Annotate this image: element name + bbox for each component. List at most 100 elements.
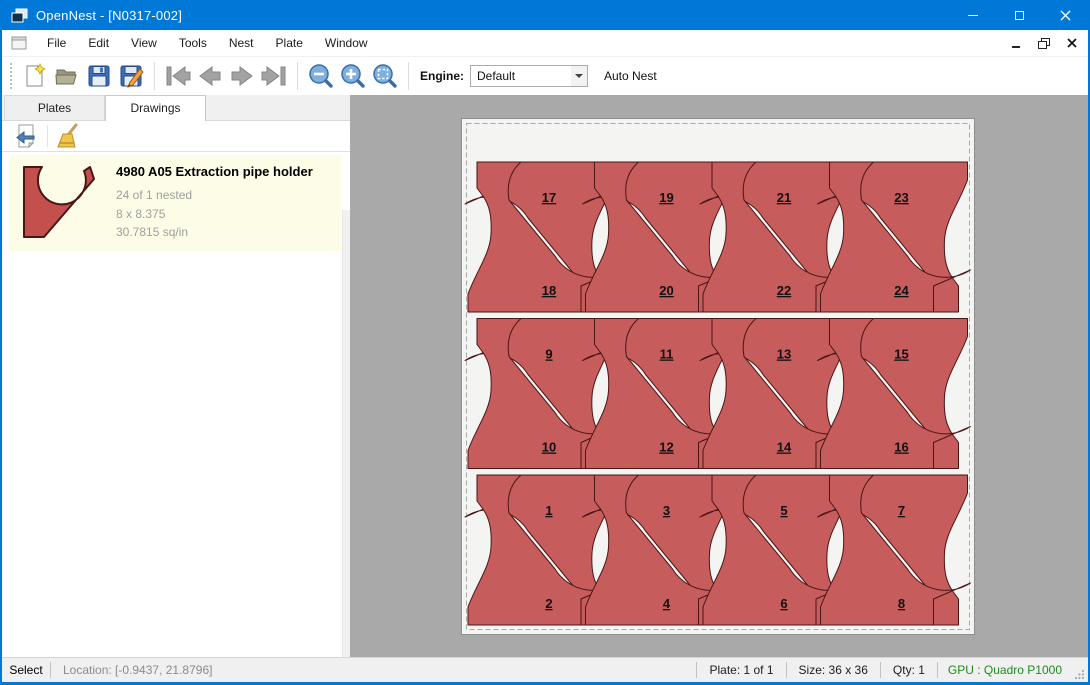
menu-bar: File Edit View Tools Nest Plate Window	[2, 30, 1088, 57]
menu-view[interactable]: View	[120, 31, 168, 55]
part-number: 15	[894, 347, 908, 362]
engine-select[interactable]: Default	[470, 65, 588, 87]
menu-tools[interactable]: Tools	[168, 31, 218, 55]
part-number: 18	[542, 283, 556, 298]
menu-window[interactable]: Window	[314, 31, 379, 55]
tab-drawings[interactable]: Drawings	[105, 95, 206, 121]
auto-nest-button[interactable]: Auto Nest	[604, 69, 657, 83]
drawing-size: 8 x 8.375	[116, 205, 313, 224]
import-drawing-button[interactable]	[12, 122, 42, 150]
toolbar-separator	[297, 62, 298, 90]
status-plate-count: Plate: 1 of 1	[697, 663, 785, 677]
close-button[interactable]	[1042, 0, 1088, 30]
maximize-button[interactable]	[996, 0, 1042, 30]
mdi-close-icon	[1067, 38, 1077, 48]
part-number: 2	[545, 596, 552, 611]
menu-edit[interactable]: Edit	[77, 31, 120, 55]
tab-plates[interactable]: Plates	[4, 95, 105, 120]
mdi-restore-button[interactable]	[1032, 33, 1056, 53]
new-nest-button[interactable]	[19, 60, 51, 92]
panel-toolbar-separator	[47, 125, 48, 147]
part-number: 4	[663, 596, 671, 611]
menu-nest[interactable]: Nest	[218, 31, 265, 55]
minimize-button[interactable]	[950, 0, 996, 30]
drawings-toolbar	[2, 121, 350, 152]
list-scrollbar[interactable]	[342, 210, 350, 657]
zoom-extents-icon	[372, 63, 398, 89]
panel-tabstrip: Plates Drawings	[2, 95, 350, 121]
toolbar-separator	[408, 62, 409, 90]
part-number: 13	[777, 347, 791, 362]
part-number: 3	[663, 503, 670, 518]
mdi-restore-icon	[1038, 38, 1050, 49]
toolbar-separator	[154, 62, 155, 90]
broom-icon	[55, 123, 81, 149]
zoom-out-button[interactable]	[305, 60, 337, 92]
nest-pair: 2324	[818, 162, 971, 312]
plate[interactable]: 171819202122232491011121314151612345678	[461, 118, 975, 635]
previous-plate-button[interactable]	[194, 60, 226, 92]
drawing-title: 4980 A05 Extraction pipe holder	[116, 164, 313, 179]
status-mode: Select	[2, 663, 50, 677]
minimize-icon	[968, 15, 978, 16]
part-number: 17	[542, 190, 556, 205]
engine-selected-value: Default	[471, 69, 571, 83]
toolbar-grip[interactable]	[10, 63, 13, 89]
zoom-in-button[interactable]	[337, 60, 369, 92]
mdi-minimize-button[interactable]	[1004, 33, 1028, 53]
nest-pair: 1516	[818, 319, 971, 469]
next-plate-button[interactable]	[226, 60, 258, 92]
part-number: 9	[545, 347, 552, 362]
title-bar: OpenNest - [N0317-002]	[2, 0, 1088, 30]
resize-grip-icon	[1074, 669, 1085, 680]
nesting-canvas[interactable]: 171819202122232491011121314151612345678	[350, 95, 1088, 657]
open-button[interactable]	[51, 60, 83, 92]
part-number: 22	[777, 283, 791, 298]
part-number: 11	[660, 347, 674, 362]
clear-drawings-button[interactable]	[53, 122, 83, 150]
last-plate-button[interactable]	[258, 60, 290, 92]
menu-file[interactable]: File	[36, 31, 77, 55]
mdi-close-button[interactable]	[1060, 33, 1084, 53]
part-number: 6	[780, 596, 787, 611]
part-number: 23	[894, 190, 908, 205]
save-as-icon	[118, 63, 144, 89]
first-arrow-icon	[164, 65, 192, 87]
previous-arrow-icon	[196, 65, 224, 87]
new-document-icon	[22, 63, 48, 89]
app-window: OpenNest - [N0317-002] File Edit View To…	[0, 0, 1090, 685]
maximize-icon	[1015, 11, 1024, 20]
window-title: OpenNest - [N0317-002]	[36, 8, 182, 23]
app-icon	[11, 8, 28, 23]
resize-grip[interactable]	[1072, 658, 1088, 683]
part-number: 14	[777, 440, 792, 455]
part-number: 19	[659, 190, 673, 205]
last-arrow-icon	[260, 65, 288, 87]
engine-label: Engine:	[420, 69, 464, 83]
part-number: 1	[545, 503, 552, 518]
engine-dropdown-button[interactable]	[571, 66, 587, 86]
part-number: 8	[898, 596, 905, 611]
drawing-nested-count: 24 of 1 nested	[116, 186, 313, 205]
part-number: 16	[894, 440, 908, 455]
left-panel: Plates Drawings	[2, 95, 350, 657]
next-arrow-icon	[228, 65, 256, 87]
save-button[interactable]	[83, 60, 115, 92]
part-number: 5	[780, 503, 787, 518]
part-thumbnail	[22, 165, 106, 243]
menu-plate[interactable]: Plate	[265, 31, 314, 55]
save-icon	[86, 63, 112, 89]
plate-drawing: 171819202122232491011121314151612345678	[462, 119, 974, 634]
open-folder-icon	[54, 63, 80, 89]
drawing-list-item[interactable]: 4980 A05 Extraction pipe holder 24 of 1 …	[10, 155, 341, 251]
save-as-button[interactable]	[115, 60, 147, 92]
import-drawing-icon	[14, 123, 40, 149]
status-gpu: GPU : Quadro P1000	[938, 663, 1072, 677]
status-plate-size: Size: 36 x 36	[787, 663, 880, 677]
zoom-extents-button[interactable]	[369, 60, 401, 92]
main-toolbar: Engine: Default Auto Nest	[2, 57, 1088, 95]
zoom-out-icon	[308, 63, 334, 89]
part-number: 7	[898, 503, 905, 518]
first-plate-button[interactable]	[162, 60, 194, 92]
status-bar: Select Location: [-0.9437, 21.8796] Plat…	[2, 657, 1088, 682]
